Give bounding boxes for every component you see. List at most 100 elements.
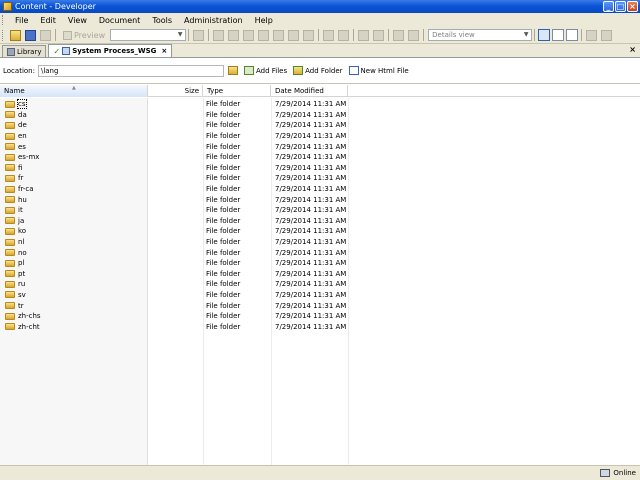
- menu-tools[interactable]: Tools: [146, 16, 178, 25]
- column-size-header[interactable]: Size: [148, 85, 203, 97]
- connection-status: Online: [613, 469, 636, 477]
- table-row[interactable]: fi File folder 7/29/2014 11:31 AM: [0, 163, 640, 174]
- folder-icon: [5, 132, 15, 140]
- replace-icon[interactable]: [408, 29, 420, 41]
- check-in-icon[interactable]: [303, 29, 315, 41]
- table-row[interactable]: zh-cht File folder 7/29/2014 11:31 AM: [0, 321, 640, 332]
- table-row[interactable]: es File folder 7/29/2014 11:31 AM: [0, 141, 640, 152]
- toolbar-separator: [318, 29, 320, 41]
- file-name: nl: [18, 238, 25, 247]
- table-row[interactable]: tr File folder 7/29/2014 11:31 AM: [0, 300, 640, 311]
- file-name-cell: nl: [0, 238, 148, 246]
- preview-label: Preview: [74, 30, 106, 40]
- menu-administration[interactable]: Administration: [178, 16, 249, 25]
- file-list[interactable]: ▲ Name Size Type Date Modified cs File fo…: [0, 84, 640, 465]
- column-date-label: Date Modified: [275, 87, 324, 95]
- sync-icon[interactable]: [601, 29, 613, 41]
- redo-icon[interactable]: [338, 29, 350, 41]
- new-html-file-button[interactable]: New Html File: [348, 66, 409, 75]
- preview-target-combo[interactable]: ▼: [110, 29, 187, 41]
- add-files-button[interactable]: Add Files: [243, 66, 287, 75]
- up-folder-button[interactable]: [227, 66, 240, 75]
- title-bar[interactable]: Content - Developer _ □ ×: [0, 0, 640, 13]
- tab-library[interactable]: Library: [2, 45, 47, 57]
- chevron-down-icon: ▼: [523, 31, 529, 38]
- list-view-icon[interactable]: [552, 29, 565, 41]
- folder-icon: [5, 238, 15, 246]
- indent-icon[interactable]: [358, 29, 370, 41]
- table-row[interactable]: cs File folder 7/29/2014 11:31 AM: [0, 99, 640, 110]
- stop-icon[interactable]: [193, 29, 205, 41]
- save-all-icon[interactable]: [40, 29, 51, 41]
- file-name: sv: [18, 290, 26, 299]
- column-name-header[interactable]: ▲ Name: [0, 85, 148, 97]
- table-row[interactable]: no File folder 7/29/2014 11:31 AM: [0, 247, 640, 258]
- file-type: File folder: [206, 110, 241, 119]
- open-folder-icon[interactable]: [10, 29, 21, 41]
- file-name-cell: ja: [0, 217, 148, 225]
- tab-system-process[interactable]: ✓ System Process_WSG ×: [48, 44, 173, 57]
- properties-icon[interactable]: [273, 29, 285, 41]
- table-row[interactable]: en File folder 7/29/2014 11:31 AM: [0, 131, 640, 142]
- split-view-icon[interactable]: [566, 29, 579, 41]
- close-button[interactable]: ×: [627, 1, 638, 12]
- table-row[interactable]: ru File folder 7/29/2014 11:31 AM: [0, 279, 640, 290]
- file-date: 7/29/2014 11:31 AM: [275, 227, 347, 236]
- table-row[interactable]: de File folder 7/29/2014 11:31 AM: [0, 120, 640, 131]
- column-type-header[interactable]: Type: [203, 85, 271, 97]
- file-name-cell: fr: [0, 174, 148, 182]
- table-row[interactable]: da File folder 7/29/2014 11:31 AM: [0, 110, 640, 121]
- table-row[interactable]: fr-ca File folder 7/29/2014 11:31 AM: [0, 184, 640, 195]
- minimize-button[interactable]: _: [603, 1, 614, 12]
- file-name: zh-chs: [18, 312, 41, 321]
- file-name-cell: pl: [0, 259, 148, 267]
- table-row[interactable]: pl File folder 7/29/2014 11:31 AM: [0, 258, 640, 269]
- paste-icon[interactable]: [243, 29, 255, 41]
- table-row[interactable]: nl File folder 7/29/2014 11:31 AM: [0, 237, 640, 248]
- maximize-button[interactable]: □: [615, 1, 626, 12]
- table-row[interactable]: ja File folder 7/29/2014 11:31 AM: [0, 216, 640, 227]
- table-row[interactable]: sv File folder 7/29/2014 11:31 AM: [0, 290, 640, 301]
- view-mode-combo[interactable]: Details view ▼: [428, 29, 533, 41]
- file-date: 7/29/2014 11:31 AM: [275, 301, 347, 310]
- details-view-icon[interactable]: [538, 29, 551, 41]
- file-name: cs: [17, 99, 27, 110]
- add-folder-button[interactable]: Add Folder: [293, 66, 343, 75]
- folder-icon: [5, 323, 15, 331]
- preview-button[interactable]: Preview: [60, 30, 108, 40]
- menu-view[interactable]: View: [62, 16, 93, 25]
- menu-file[interactable]: File: [9, 16, 34, 25]
- table-row[interactable]: ko File folder 7/29/2014 11:31 AM: [0, 226, 640, 237]
- toolbar-grip: [2, 29, 5, 41]
- table-row[interactable]: hu File folder 7/29/2014 11:31 AM: [0, 194, 640, 205]
- location-label: Location:: [3, 66, 35, 75]
- file-type: File folder: [206, 100, 241, 109]
- location-input[interactable]: [37, 64, 224, 77]
- close-tab-icon[interactable]: ×: [161, 47, 167, 55]
- file-name: tr: [18, 301, 24, 310]
- menu-help[interactable]: Help: [249, 16, 279, 25]
- find-icon[interactable]: [393, 29, 405, 41]
- menu-edit[interactable]: Edit: [34, 16, 62, 25]
- window-layout-icon[interactable]: [586, 29, 598, 41]
- table-row[interactable]: zh-chs File folder 7/29/2014 11:31 AM: [0, 311, 640, 322]
- outdent-icon[interactable]: [373, 29, 385, 41]
- file-date: 7/29/2014 11:31 AM: [275, 163, 347, 172]
- file-date: 7/29/2014 11:31 AM: [275, 110, 347, 119]
- chevron-down-icon: ▼: [177, 31, 183, 38]
- menu-document[interactable]: Document: [93, 16, 146, 25]
- delete-icon[interactable]: [258, 29, 270, 41]
- lock-icon[interactable]: [288, 29, 300, 41]
- cut-icon[interactable]: [213, 29, 225, 41]
- toolbar-separator: [353, 29, 355, 41]
- file-name-cell: ko: [0, 227, 148, 235]
- close-all-tabs-icon[interactable]: ×: [629, 45, 636, 54]
- table-row[interactable]: pt File folder 7/29/2014 11:31 AM: [0, 269, 640, 280]
- copy-icon[interactable]: [228, 29, 240, 41]
- table-row[interactable]: es-mx File folder 7/29/2014 11:31 AM: [0, 152, 640, 163]
- save-icon[interactable]: [25, 29, 36, 41]
- undo-icon[interactable]: [323, 29, 335, 41]
- table-row[interactable]: it File folder 7/29/2014 11:31 AM: [0, 205, 640, 216]
- column-date-header[interactable]: Date Modified: [271, 85, 348, 97]
- table-row[interactable]: fr File folder 7/29/2014 11:31 AM: [0, 173, 640, 184]
